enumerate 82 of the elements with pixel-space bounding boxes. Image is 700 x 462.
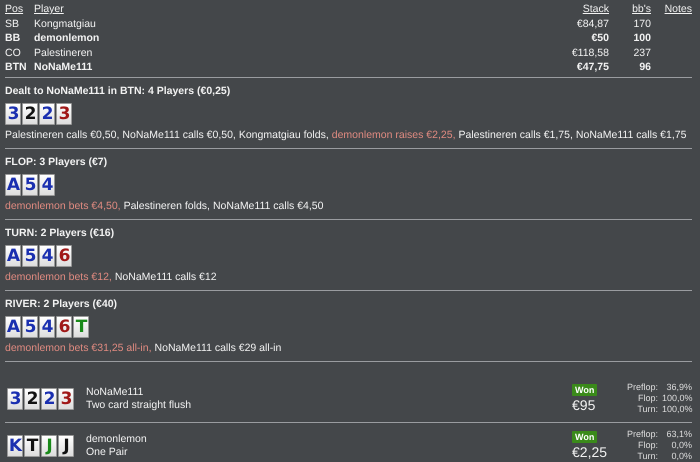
action-text: Palestineren calls €1,75, bbox=[458, 128, 573, 142]
player-name-cell-text: Palestineren bbox=[34, 46, 94, 60]
playing-card: 2 bbox=[22, 102, 38, 124]
playing-card: 6 bbox=[56, 316, 72, 338]
equity-label: Flop: bbox=[638, 393, 658, 404]
won-amount: €2,25 bbox=[572, 442, 608, 460]
playing-card: 2 bbox=[39, 102, 55, 124]
player-name-cell-text: Kongmatgiau bbox=[34, 16, 97, 31]
playing-card: A bbox=[5, 174, 21, 196]
action-text: NoNaMe111 calls €12 bbox=[114, 270, 217, 284]
player-name-cell-text: demonlemon bbox=[34, 31, 100, 46]
equity-label: Preflop: bbox=[626, 429, 658, 440]
equity-value: 36,9% bbox=[665, 382, 692, 393]
playing-card: 3 bbox=[56, 102, 72, 124]
column-header[interactable]: Notes bbox=[653, 2, 692, 16]
street-title: RIVER: 2 Players (€40) bbox=[5, 296, 118, 310]
action-text: Palestineren calls €0,50, bbox=[5, 128, 120, 142]
action-text: demonlemon bets €12, bbox=[5, 270, 112, 284]
action-text: demonlemon bets €4,50, bbox=[5, 200, 121, 212]
action-text: NoNaMe111 calls €1,75 bbox=[576, 128, 686, 142]
column-header[interactable]: bb's bbox=[609, 2, 651, 16]
stack-cell-text: €50 bbox=[590, 31, 609, 46]
equity-value: 0,0% bbox=[670, 440, 692, 451]
playing-card: 6 bbox=[56, 244, 72, 266]
street-title: Dealt to NoNaMe111 in BTN: 4 Players (€0,25) bbox=[5, 84, 232, 98]
playing-card: T bbox=[24, 434, 40, 456]
action-text: NoNaMe111 calls €4,50 bbox=[212, 200, 324, 212]
won-badge: Won bbox=[572, 384, 598, 396]
playing-card: 4 bbox=[39, 174, 55, 196]
equity-value: 63,1% bbox=[665, 429, 692, 440]
player-name: NoNaMe111 bbox=[86, 386, 144, 398]
big-blinds-cell-text: 170 bbox=[632, 16, 651, 31]
player-name-cell-text: NoNaMe111 bbox=[34, 60, 94, 74]
playing-card: 2 bbox=[24, 388, 40, 410]
playing-card: 3 bbox=[58, 388, 74, 410]
playing-card: 5 bbox=[22, 316, 38, 338]
playing-card: K bbox=[7, 434, 23, 456]
big-blinds-cell-text: 100 bbox=[632, 31, 651, 46]
hand-description: Two card straight flush bbox=[86, 398, 192, 412]
position-cell-text: BTN bbox=[5, 60, 28, 74]
equity-value: 0,0% bbox=[670, 451, 692, 462]
action-text: NoNaMe111 calls €29 all-in bbox=[154, 342, 282, 354]
playing-card: 3 bbox=[7, 388, 23, 410]
position-cell-text: CO bbox=[5, 46, 22, 60]
equity-label: Flop: bbox=[638, 440, 658, 451]
playing-card: J bbox=[58, 434, 74, 456]
street-title: TURN: 2 Players (€16) bbox=[5, 226, 116, 240]
action-text: demonlemon raises €2,25, bbox=[332, 128, 456, 142]
equity-value: 100,0% bbox=[662, 393, 692, 404]
column-header[interactable]: Stack bbox=[539, 2, 609, 16]
position-cell-text: SB bbox=[5, 16, 20, 31]
action-text: NoNaMe111 calls €0,50, bbox=[122, 128, 236, 142]
hand-description: One Pair bbox=[86, 446, 128, 458]
won-amount: €95 bbox=[572, 396, 596, 414]
action-text: Kongmatgiau folds, bbox=[238, 128, 329, 142]
column-header[interactable]: Player bbox=[34, 2, 539, 16]
playing-card: 4 bbox=[39, 244, 55, 266]
big-blinds-cell-text: 96 bbox=[638, 60, 651, 74]
stack-cell-text: €84,87 bbox=[576, 16, 609, 31]
player-name: demonlemon bbox=[86, 432, 148, 446]
playing-card: 4 bbox=[39, 316, 55, 338]
playing-card: A bbox=[5, 244, 21, 266]
position-cell-text: BB bbox=[5, 31, 22, 46]
won-badge: Won bbox=[572, 430, 598, 442]
action-text: demonlemon bets €31,25 all-in, bbox=[5, 342, 152, 354]
playing-card: A bbox=[5, 316, 21, 338]
equity-value: 100,0% bbox=[662, 404, 692, 415]
playing-card: T bbox=[73, 316, 89, 338]
playing-card: 5 bbox=[22, 244, 38, 266]
playing-card: 2 bbox=[41, 388, 57, 410]
equity-label: Turn: bbox=[637, 451, 658, 462]
playing-card: 5 bbox=[22, 174, 38, 196]
equity-label: Preflop: bbox=[626, 382, 658, 393]
big-blinds-cell-text: 237 bbox=[632, 46, 651, 60]
stack-cell-text: €118,58 bbox=[570, 46, 609, 60]
playing-card: 3 bbox=[5, 102, 21, 124]
playing-card: J bbox=[41, 434, 57, 456]
street-title: FLOP: 3 Players (€7) bbox=[5, 154, 108, 168]
stack-cell-text: €47,75 bbox=[576, 60, 609, 74]
action-text: Palestineren folds, bbox=[124, 200, 210, 212]
column-header[interactable]: Pos bbox=[5, 2, 34, 16]
equity-label: Turn: bbox=[637, 404, 658, 415]
